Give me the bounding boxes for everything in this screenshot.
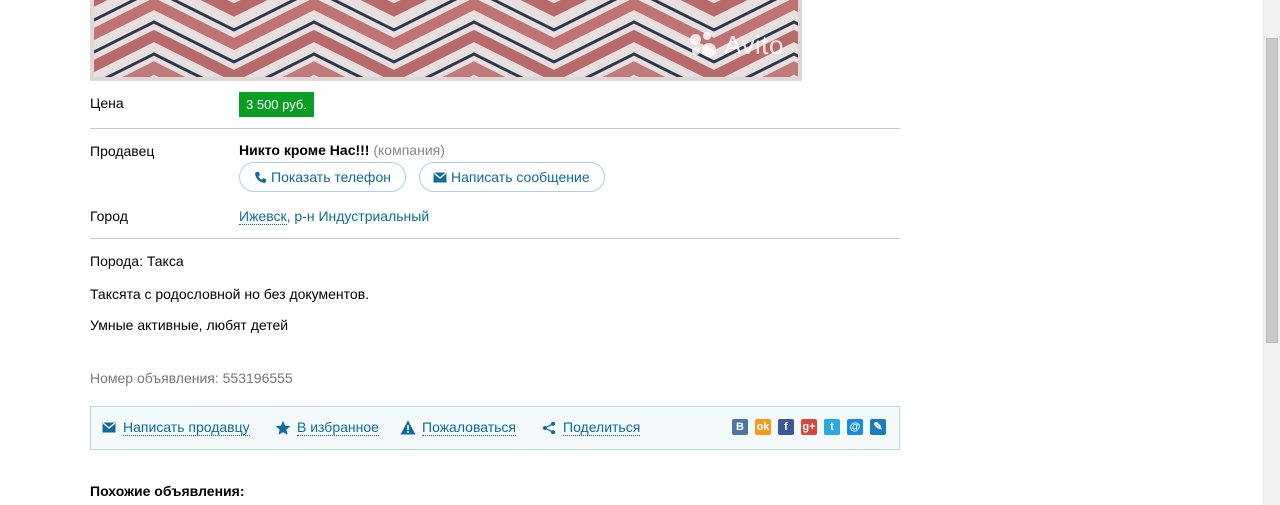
scrollbar-thumb[interactable] — [1266, 38, 1278, 343]
seller-label: Продавец — [90, 143, 155, 159]
star-icon — [275, 420, 291, 436]
write-seller-label: Написать продавцу — [123, 419, 250, 436]
similar-ads-heading: Похожие объявления: — [90, 483, 245, 499]
facebook-icon[interactable]: f — [778, 419, 794, 435]
social-share-icons: В ok f g+ t @ ✎ — [732, 419, 886, 435]
twitter-icon[interactable]: t — [824, 419, 840, 435]
description-breed: Порода: Такса — [90, 253, 184, 269]
mail-ru-icon[interactable]: @ — [847, 419, 863, 435]
share-link[interactable]: Поделиться — [541, 419, 641, 436]
divider — [90, 128, 900, 129]
vkontakte-icon[interactable]: В — [732, 419, 748, 435]
city-link[interactable]: Ижевск, р-н Индустриальный — [239, 208, 430, 225]
envelope-icon — [433, 170, 447, 184]
seller-info: Никто кроме Нас!!! (компания) — [239, 142, 445, 158]
listing-photo[interactable]: Avito — [90, 0, 802, 81]
warning-icon — [400, 420, 416, 436]
city-district: , р-н Индустриальный — [286, 208, 430, 224]
write-seller-link[interactable]: Написать продавцу — [101, 419, 250, 436]
report-label: Пожаловаться — [422, 419, 517, 436]
show-phone-label: Показать телефон — [271, 169, 391, 185]
phone-icon — [253, 170, 267, 184]
odnoklassniki-icon[interactable]: ok — [755, 419, 771, 435]
watermark-text: Avito — [724, 30, 784, 60]
price-badge: 3 500 руб. — [239, 92, 314, 117]
ad-number: Номер объявления: 553196555 — [90, 370, 293, 386]
page-scrollbar[interactable] — [1263, 0, 1280, 505]
action-bar: Написать продавцу В избранное Пожаловать… — [90, 406, 900, 450]
favorite-label: В избранное — [297, 419, 379, 436]
google-plus-icon[interactable]: g+ — [801, 419, 817, 435]
city-name[interactable]: Ижевск — [239, 208, 287, 225]
livejournal-icon[interactable]: ✎ — [870, 419, 886, 435]
write-message-label: Написать сообщение — [451, 169, 590, 185]
share-icon — [541, 420, 557, 436]
favorite-link[interactable]: В избранное — [275, 419, 379, 436]
description-line: Умные активные, любят детей — [90, 317, 289, 333]
divider — [90, 238, 900, 239]
report-link[interactable]: Пожаловаться — [400, 419, 517, 436]
seller-type: (компания) — [373, 142, 445, 158]
show-phone-button[interactable]: Показать телефон — [239, 162, 406, 192]
avito-logo-icon — [690, 31, 718, 60]
write-message-button[interactable]: Написать сообщение — [419, 162, 605, 192]
description-line: Таксята с родословной но без документов. — [90, 286, 370, 302]
city-label: Город — [90, 208, 128, 224]
envelope-icon — [101, 420, 117, 436]
share-label: Поделиться — [563, 419, 641, 436]
avito-watermark: Avito — [690, 30, 784, 61]
seller-name: Никто кроме Нас!!! — [239, 142, 370, 158]
price-label: Цена — [90, 95, 124, 111]
